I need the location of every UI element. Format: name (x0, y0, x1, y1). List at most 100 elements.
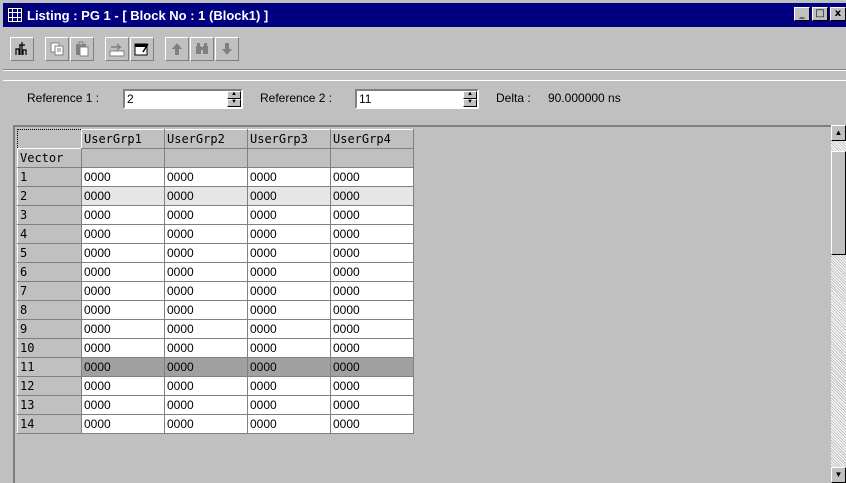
row-header[interactable]: 11 (17, 357, 82, 377)
previous-button[interactable] (165, 37, 189, 61)
table-row[interactable]: 3 0000 0000 0000 0000 (17, 205, 414, 225)
table-cell[interactable]: 0000 (247, 300, 331, 320)
table-cell[interactable]: 0000 (81, 357, 165, 377)
column-header[interactable]: UserGrp2 (164, 129, 248, 149)
next-button[interactable] (215, 37, 239, 61)
table-cell[interactable]: 0000 (330, 167, 414, 187)
table-cell[interactable]: 0000 (81, 281, 165, 301)
table-cell[interactable]: 0000 (81, 224, 165, 244)
table-cell[interactable]: 0000 (164, 224, 248, 244)
table-cell[interactable]: 0000 (164, 300, 248, 320)
table-cell[interactable]: 0000 (247, 224, 331, 244)
table-cell[interactable]: 0000 (164, 186, 248, 206)
corner-cell[interactable] (17, 129, 82, 149)
table-cell[interactable]: 0000 (247, 319, 331, 339)
reference-1-spinner[interactable]: ▲▼ (123, 89, 243, 109)
table-cell[interactable]: 0000 (247, 243, 331, 263)
table-cell[interactable]: 0000 (81, 300, 165, 320)
properties-button[interactable] (130, 37, 154, 61)
column-header[interactable]: UserGrp4 (330, 129, 414, 149)
table-cell[interactable]: 0000 (330, 395, 414, 415)
grid-icon[interactable] (7, 7, 23, 23)
table-cell[interactable]: 0000 (164, 338, 248, 358)
row-header[interactable]: 5 (17, 243, 82, 263)
table-cell[interactable]: 0000 (81, 414, 165, 434)
table-cell[interactable]: 0000 (81, 205, 165, 225)
table-cell[interactable]: 0000 (330, 205, 414, 225)
table-cell[interactable]: 0000 (81, 376, 165, 396)
scroll-thumb[interactable] (831, 151, 846, 255)
row-header[interactable]: 9 (17, 319, 82, 339)
table-cell[interactable]: 0000 (330, 224, 414, 244)
table-cell[interactable]: 0000 (164, 357, 248, 377)
maximize-button[interactable]: □ (812, 7, 828, 21)
table-cell[interactable]: 0000 (81, 262, 165, 282)
table-cell[interactable]: 0000 (247, 338, 331, 358)
table-cell[interactable]: 0000 (81, 338, 165, 358)
table-cell[interactable]: 0000 (81, 319, 165, 339)
table-cell[interactable]: 0000 (330, 300, 414, 320)
row-header[interactable]: 6 (17, 262, 82, 282)
table-cell[interactable]: 0000 (164, 281, 248, 301)
table-cell[interactable]: 0000 (247, 281, 331, 301)
row-header[interactable]: 4 (17, 224, 82, 244)
title-bar[interactable]: Listing : PG 1 - [ Block No : 1 (Block1)… (3, 3, 846, 27)
row-header[interactable]: 13 (17, 395, 82, 415)
table-cell[interactable]: 0000 (330, 281, 414, 301)
table-row[interactable]: 12 0000 0000 0000 0000 (17, 376, 414, 396)
table-cell[interactable]: 0000 (164, 205, 248, 225)
table-cell[interactable]: 0000 (81, 243, 165, 263)
table-row[interactable]: 6 0000 0000 0000 0000 (17, 262, 414, 282)
table-row[interactable]: 4 0000 0000 0000 0000 (17, 224, 414, 244)
scroll-up-button[interactable]: ▲ (831, 125, 846, 141)
close-button[interactable]: x (830, 7, 846, 21)
reference-2-spin-arrows[interactable]: ▲ ▼ (463, 91, 477, 107)
table-row[interactable]: 7 0000 0000 0000 0000 (17, 281, 414, 301)
table-cell[interactable]: 0000 (247, 186, 331, 206)
table-cell[interactable]: 0000 (247, 376, 331, 396)
spin-up-icon[interactable]: ▲ (463, 91, 477, 99)
table-row[interactable]: 14 0000 0000 0000 0000 (17, 414, 414, 434)
table-cell[interactable]: 0000 (247, 395, 331, 415)
goto-button[interactable] (105, 37, 129, 61)
insert-signal-button[interactable] (10, 37, 34, 61)
table-cell[interactable]: 0000 (330, 262, 414, 282)
table-cell[interactable]: 0000 (164, 376, 248, 396)
row-header[interactable]: 14 (17, 414, 82, 434)
vector-label[interactable]: Vector (17, 148, 82, 168)
table-cell[interactable]: 0000 (164, 414, 248, 434)
row-header[interactable]: 2 (17, 186, 82, 206)
column-header[interactable]: UserGrp1 (81, 129, 165, 149)
table-row[interactable]: 10 0000 0000 0000 0000 (17, 338, 414, 358)
table-cell[interactable]: 0000 (330, 319, 414, 339)
row-header[interactable]: 8 (17, 300, 82, 320)
row-header[interactable]: 3 (17, 205, 82, 225)
spin-down-icon[interactable]: ▼ (463, 99, 477, 107)
table-row[interactable]: 13 0000 0000 0000 0000 (17, 395, 414, 415)
table-row[interactable]: 2 0000 0000 0000 0000 (17, 186, 414, 206)
table-row[interactable]: 1 0000 0000 0000 0000 (17, 167, 414, 187)
paste-button[interactable] (70, 37, 94, 61)
reference-1-spin-arrows[interactable]: ▲ ▼ (227, 91, 241, 107)
copy-button[interactable] (45, 37, 69, 61)
table-cell[interactable]: 0000 (164, 243, 248, 263)
spin-up-icon[interactable]: ▲ (227, 91, 241, 99)
table-cell[interactable]: 0000 (164, 167, 248, 187)
reference-2-input[interactable] (357, 91, 461, 107)
table-cell[interactable]: 0000 (330, 357, 414, 377)
spin-down-icon[interactable]: ▼ (227, 99, 241, 107)
table-cell[interactable]: 0000 (330, 186, 414, 206)
row-header[interactable]: 7 (17, 281, 82, 301)
table-cell[interactable]: 0000 (164, 262, 248, 282)
table-cell[interactable]: 0000 (247, 205, 331, 225)
table-cell[interactable]: 0000 (81, 186, 165, 206)
find-button[interactable] (190, 37, 214, 61)
table-cell[interactable]: 0000 (81, 167, 165, 187)
table-cell[interactable]: 0000 (247, 167, 331, 187)
row-header[interactable]: 1 (17, 167, 82, 187)
listing-grid-area[interactable]: UserGrp1 UserGrp2 UserGrp3 UserGrp4 Vect… (13, 125, 846, 483)
table-cell[interactable]: 0000 (247, 262, 331, 282)
table-cell[interactable]: 0000 (164, 395, 248, 415)
table-cell[interactable]: 0000 (330, 376, 414, 396)
scroll-down-button[interactable]: ▼ (831, 467, 846, 483)
